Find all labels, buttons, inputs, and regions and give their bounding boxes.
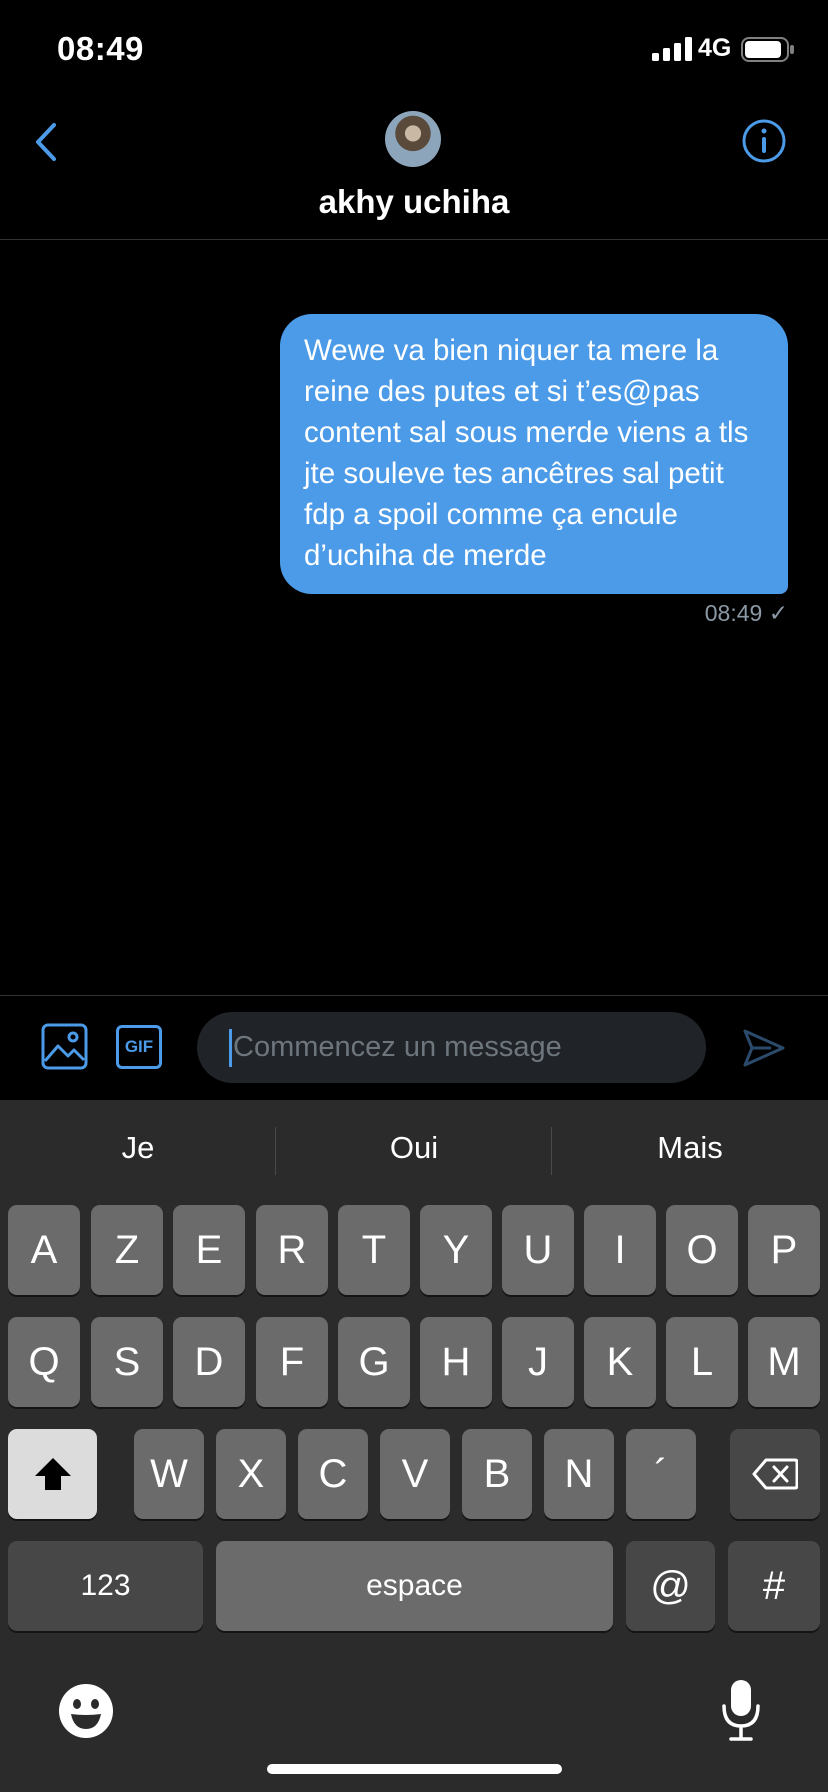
network-type: 4G <box>698 34 732 62</box>
image-icon[interactable] <box>41 1023 88 1070</box>
key-c[interactable]: C <box>298 1429 368 1519</box>
key-j[interactable]: J <box>502 1317 574 1407</box>
key-g[interactable]: G <box>338 1317 410 1407</box>
key-k[interactable]: K <box>584 1317 656 1407</box>
suggestion-1[interactable]: Je <box>0 1130 276 1166</box>
message-input[interactable]: Commencez un message <box>197 1012 706 1083</box>
key-u[interactable]: U <box>502 1205 574 1295</box>
backspace-key[interactable] <box>730 1429 820 1519</box>
signal-icon <box>652 37 692 61</box>
key-y[interactable]: Y <box>420 1205 492 1295</box>
composer-divider <box>0 995 828 996</box>
numbers-key[interactable]: 123 <box>8 1541 203 1631</box>
key-r[interactable]: R <box>256 1205 328 1295</box>
key-acute-accent[interactable]: ´ <box>626 1429 696 1519</box>
key-x[interactable]: X <box>216 1429 286 1519</box>
status-time: 08:49 <box>57 30 144 67</box>
key-z[interactable]: Z <box>91 1205 163 1295</box>
key-a[interactable]: A <box>8 1205 80 1295</box>
key-n[interactable]: N <box>544 1429 614 1519</box>
avatar[interactable] <box>385 111 441 167</box>
key-w[interactable]: W <box>134 1429 204 1519</box>
key-p[interactable]: P <box>748 1205 820 1295</box>
suggestion-3[interactable]: Mais <box>552 1130 828 1166</box>
key-t[interactable]: T <box>338 1205 410 1295</box>
message-meta: 08:49 ✓ <box>705 600 788 627</box>
send-icon[interactable] <box>741 1025 787 1071</box>
at-key[interactable]: @ <box>626 1541 715 1631</box>
message-status-check: ✓ <box>768 600 788 626</box>
key-f[interactable]: F <box>256 1317 328 1407</box>
key-d[interactable]: D <box>173 1317 245 1407</box>
key-l[interactable]: L <box>666 1317 738 1407</box>
key-v[interactable]: V <box>380 1429 450 1519</box>
backspace-icon <box>752 1458 798 1490</box>
key-e[interactable]: E <box>173 1205 245 1295</box>
text-caret <box>229 1028 232 1067</box>
key-i[interactable]: I <box>584 1205 656 1295</box>
key-b[interactable]: B <box>462 1429 532 1519</box>
shift-icon <box>34 1458 71 1490</box>
space-key[interactable]: espace <box>216 1541 613 1631</box>
gif-button[interactable]: GIF <box>116 1025 162 1069</box>
key-m[interactable]: M <box>748 1317 820 1407</box>
emoji-icon[interactable] <box>58 1683 114 1739</box>
suggestion-2[interactable]: Oui <box>276 1130 552 1166</box>
battery-icon <box>741 37 794 62</box>
header-divider <box>0 239 828 240</box>
message-input-placeholder: Commencez un message <box>233 1031 562 1063</box>
shift-key[interactable] <box>8 1429 97 1519</box>
key-s[interactable]: S <box>91 1317 163 1407</box>
message-time: 08:49 <box>704 600 763 626</box>
key-h[interactable]: H <box>420 1317 492 1407</box>
back-chevron-icon[interactable] <box>28 117 68 167</box>
home-indicator[interactable] <box>267 1764 562 1774</box>
message-bubble[interactable]: Wewe va bien niquer ta mere la reine des… <box>280 314 788 594</box>
key-o[interactable]: O <box>666 1205 738 1295</box>
info-icon[interactable] <box>741 118 787 164</box>
microphone-icon[interactable] <box>720 1678 762 1742</box>
key-q[interactable]: Q <box>8 1317 80 1407</box>
contact-name[interactable]: akhy uchiha <box>0 183 828 221</box>
hash-key[interactable]: # <box>728 1541 820 1631</box>
